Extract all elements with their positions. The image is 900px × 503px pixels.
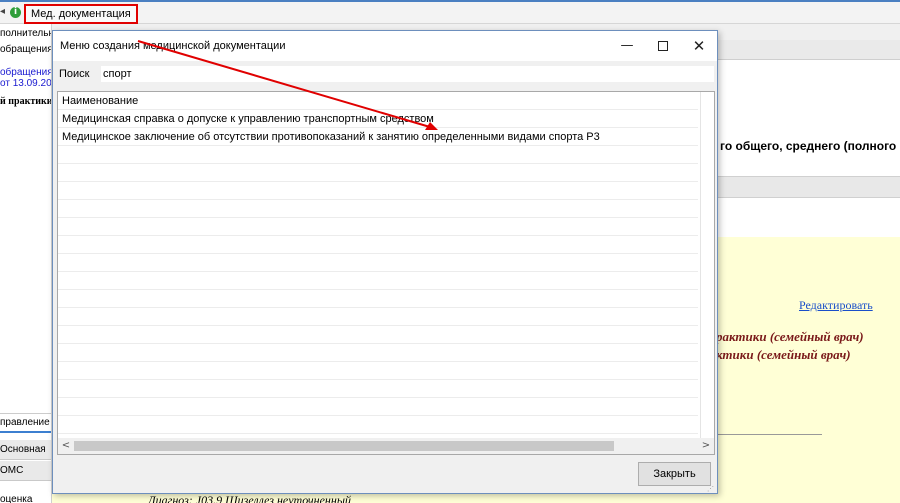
- list-item[interactable]: Медицинское заключение об отсутствии про…: [58, 128, 698, 146]
- list-row-empty: [58, 362, 698, 380]
- maximize-icon[interactable]: [645, 31, 681, 61]
- left-practice-label: й практики: [0, 96, 52, 107]
- edit-link[interactable]: Редактировать: [799, 298, 873, 313]
- horizontal-scrollbar[interactable]: <: [58, 438, 698, 454]
- main-toolbar: ◂ i Мед. документация: [0, 2, 900, 24]
- tab-management[interactable]: правление: [0, 413, 51, 433]
- list-row-empty: [58, 182, 698, 200]
- list-row-empty: [58, 308, 698, 326]
- list-row-empty: [58, 326, 698, 344]
- left-item-appeals[interactable]: обращения: [0, 44, 51, 55]
- dialog-title: Меню создания медицинской документации: [60, 40, 286, 52]
- list-row-empty: [58, 164, 698, 182]
- background-yellow-area: [716, 237, 900, 503]
- med-doc-dialog: Меню создания медицинской документации —…: [52, 30, 718, 494]
- row-main[interactable]: Основная: [0, 440, 51, 460]
- list-row-empty: [58, 380, 698, 398]
- arrow-icon[interactable]: ◂: [0, 6, 5, 17]
- list-row-empty: [58, 290, 698, 308]
- background-title-fragment: го общего, среднего (полного: [720, 139, 897, 153]
- dialog-titlebar[interactable]: Меню создания медицинской документации —…: [53, 31, 717, 61]
- list-row-empty: [58, 398, 698, 416]
- list-row-empty: [58, 416, 698, 434]
- list-header[interactable]: Наименование: [58, 92, 698, 110]
- list-row-empty: [58, 344, 698, 362]
- resize-grip-icon[interactable]: ⋰: [707, 485, 714, 493]
- list-row-empty: [58, 236, 698, 254]
- left-link-appeal[interactable]: обращения (<-: [0, 67, 51, 78]
- diagnosis-text: Диагноз: J03.9 Шизеллез неуточненный: [148, 493, 351, 503]
- left-bottom-text: оценка: [0, 494, 33, 503]
- list-row-empty: [58, 200, 698, 218]
- close-button[interactable]: Закрыть: [638, 462, 711, 486]
- search-input[interactable]: [101, 66, 714, 82]
- practice-line-2: ктики (семейный врач): [716, 347, 851, 362]
- list-row-empty: [58, 218, 698, 236]
- background-tabs-strip: [716, 40, 900, 60]
- divider: [718, 434, 822, 435]
- practice-line-1: рактики (семейный врач): [716, 329, 864, 344]
- scroll-right-icon[interactable]: >: [698, 438, 714, 454]
- row-oms[interactable]: ОМС: [0, 461, 51, 481]
- column-separator: [700, 92, 701, 438]
- med-documentation-button[interactable]: Мед. документация: [24, 4, 138, 24]
- close-icon[interactable]: ✕: [681, 31, 717, 61]
- left-item-additional[interactable]: полнительно: [0, 28, 51, 39]
- scroll-left-icon[interactable]: <: [58, 438, 74, 454]
- document-list-rows: Наименование Медицинская справка о допус…: [58, 92, 698, 438]
- list-row-empty: [58, 146, 698, 164]
- minimize-icon[interactable]: —: [609, 31, 645, 61]
- list-item[interactable]: Медицинская справка о допуске к управлен…: [58, 110, 698, 128]
- scrollbar-thumb[interactable]: [74, 441, 614, 451]
- info-icon[interactable]: i: [10, 7, 21, 18]
- scroll-corner: [714, 438, 715, 454]
- list-row-empty: [58, 254, 698, 272]
- document-list: Наименование Медицинская справка о допус…: [57, 91, 715, 455]
- left-panel: полнительно обращения обращения (<- от 1…: [0, 24, 52, 503]
- list-row-empty: [58, 272, 698, 290]
- background-bar: [716, 176, 900, 198]
- left-link-date[interactable]: от 13.09.202: [0, 78, 51, 89]
- search-label: Поиск: [59, 68, 90, 80]
